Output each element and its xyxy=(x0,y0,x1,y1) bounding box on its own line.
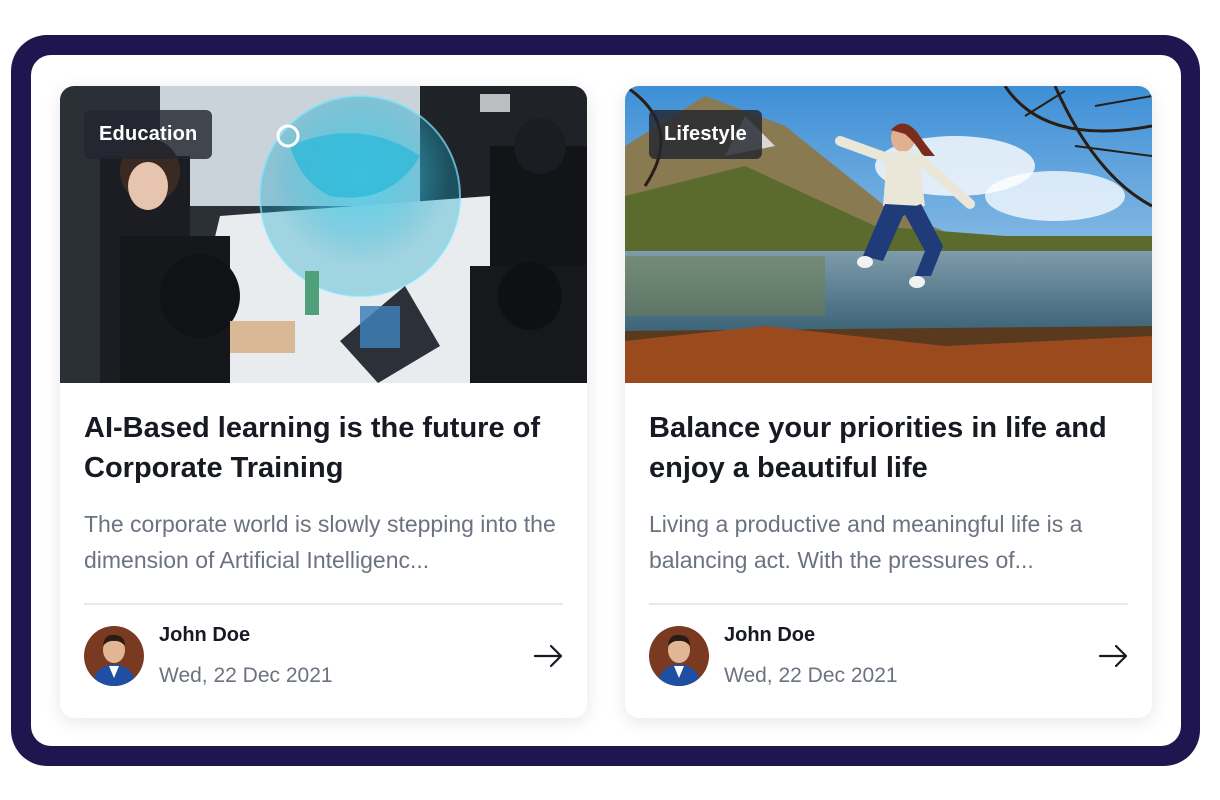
divider xyxy=(84,603,563,605)
author-name: John Doe xyxy=(724,624,816,646)
arrow-right-icon xyxy=(533,644,563,668)
post-date: Wed, 22 Dec 2021 xyxy=(724,664,898,687)
arrow-right-icon xyxy=(1098,644,1128,668)
blog-card-education[interactable]: Education AI-Based learning is the futur… xyxy=(60,86,587,718)
author-avatar xyxy=(84,626,144,686)
divider xyxy=(649,603,1128,605)
author-avatar xyxy=(649,626,709,686)
post-excerpt: Living a productive and meaningful life … xyxy=(649,511,1083,573)
avatar-portrait-icon xyxy=(649,626,709,686)
card-image-business-team[interactable]: Education xyxy=(60,86,587,383)
blog-card-lifestyle[interactable]: Lifestyle Balance your priorities in lif… xyxy=(625,86,1152,718)
post-excerpt: The corporate world is slowly stepping i… xyxy=(84,511,556,573)
post-title[interactable]: AI-Based learning is the future of Corpo… xyxy=(84,408,554,488)
author-name: John Doe xyxy=(159,624,251,646)
category-tag[interactable]: Education xyxy=(84,110,213,159)
category-tag[interactable]: Lifestyle xyxy=(649,110,762,159)
read-more-button[interactable] xyxy=(533,642,565,670)
card-image-lake-jump[interactable]: Lifestyle xyxy=(625,86,1152,383)
avatar-portrait-icon xyxy=(84,626,144,686)
post-title[interactable]: Balance your priorities in life and enjo… xyxy=(649,408,1119,488)
read-more-button[interactable] xyxy=(1098,642,1130,670)
post-date: Wed, 22 Dec 2021 xyxy=(159,664,333,687)
